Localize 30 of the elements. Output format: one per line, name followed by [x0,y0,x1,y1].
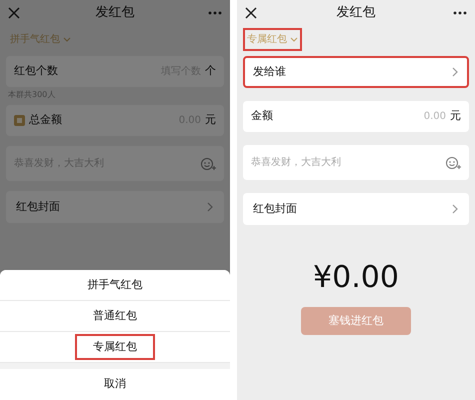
unit-label: 个 [205,63,216,80]
link-row[interactable]: 发给谁 [243,56,469,88]
chevron-right-icon [451,204,459,214]
window-title: 发红包 [94,4,136,22]
sheet-option[interactable]: 普通红包 [75,302,155,330]
chevron-right-icon [206,202,214,212]
more-icon [208,11,222,15]
chevron-right-icon [451,67,459,77]
unit-label: 元 [450,108,461,124]
placeholder-text: 恭喜发财，大吉大利 [251,156,341,170]
window-title: 发红包 [336,4,376,22]
chevron-down-icon [63,37,71,42]
emoji-icon [200,156,216,170]
cancel-button[interactable]: 取消 [0,369,230,400]
close-icon [8,7,20,19]
sheet-option[interactable]: 拼手气红包 [70,272,160,298]
more-icon [453,11,467,15]
chevron-down-icon [290,37,298,42]
emoji-icon [445,156,461,170]
close-icon [245,7,257,19]
sheet-option[interactable]: 专属红包 [75,334,155,360]
link-row[interactable]: 红包封面 [243,193,469,225]
link-row[interactable]: 红包封面 [6,191,224,223]
field-label: 金额 [251,108,273,124]
total-amount: ¥0.00 [313,263,399,293]
field-label: 红包个数 [14,63,58,80]
field-label: 总金额 [29,112,62,128]
unit-label: 元 [205,112,216,128]
input-field[interactable]: 金额 0.00 元 [243,101,469,132]
placeholder-text: 0.00 [424,110,446,124]
